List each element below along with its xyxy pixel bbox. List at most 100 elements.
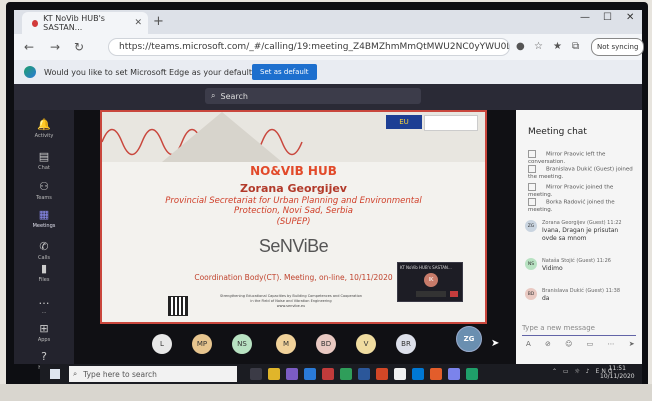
rail-item-label: Activity <box>34 133 54 139</box>
chat-avatar: BD <box>525 288 537 300</box>
teams-search-input[interactable]: ⌕ Search <box>205 88 421 104</box>
close-tab-icon[interactable]: ✕ <box>134 18 142 28</box>
self-view-window[interactable]: KT NoVib HUB's SASTAN... IK <box>397 262 463 302</box>
slide-role-line-2: Protection, Novi Sad, Serbia <box>234 206 353 216</box>
app-taskbar-icon[interactable] <box>322 368 334 380</box>
search-placeholder: Search <box>220 91 248 101</box>
mic-icon[interactable]: ● <box>516 41 525 52</box>
edge-taskbar-icon[interactable] <box>304 368 316 380</box>
rail-item-label: Chat <box>38 165 50 171</box>
rail-item-[interactable]: …... <box>14 294 74 315</box>
set-default-button[interactable]: Set as default <box>252 64 317 80</box>
erasmus-logo <box>424 115 478 131</box>
chat-message-header: Branislava Dukić (Guest) 11:38 <box>542 288 621 294</box>
slide-role-line-3: (SUPEP) <box>276 217 311 227</box>
rail-item-label: Files <box>38 277 50 283</box>
chat-system-message: Borka Radović joined the meeting. <box>528 198 638 214</box>
participant-avatar[interactable]: BR <box>396 334 416 354</box>
taskbar-search-input[interactable]: ⌕ Type here to search <box>69 366 237 382</box>
chat-avatar: ZG <box>525 220 537 232</box>
slide-role-line-1: Provincial Secretariat for Urban Plannin… <box>165 196 422 206</box>
apps-icon: ⊞ <box>39 322 49 335</box>
slide-footer: Strengthening Educational Capacities by … <box>206 294 376 309</box>
rail-item-meetings[interactable]: ▦ Meetings <box>14 208 74 229</box>
compose-placeholder: Type a new message <box>522 324 595 332</box>
word-taskbar-icon[interactable] <box>358 368 370 380</box>
compose-toolbar[interactable]: A ⊘ ☺ ▭ ⋯ ➤ <box>526 340 641 348</box>
self-view-name: KT NoVib HUB's SASTAN... <box>400 265 452 270</box>
rail-item-activity[interactable]: 🔔 Activity <box>14 118 74 139</box>
participant-avatar[interactable]: NS <box>232 334 252 354</box>
rail-item-chat[interactable]: ▤ Chat <box>14 150 74 171</box>
participant-join-icon <box>528 150 536 158</box>
new-tab-icon[interactable]: + <box>153 14 164 29</box>
excel-taskbar-icon[interactable] <box>340 368 352 380</box>
rail-item-files[interactable]: ▮ Files <box>14 262 74 283</box>
favorites-icon[interactable]: ★ <box>553 41 562 52</box>
call-controls[interactable] <box>416 291 446 297</box>
file-icon: ▮ <box>40 262 48 275</box>
taskbar-search-placeholder: Type here to search <box>83 369 157 379</box>
rail-item-label: Apps <box>37 337 51 343</box>
system-message-text: Mirror Praovic joined the meeting. <box>528 184 614 198</box>
mouse-cursor-icon: ➤ <box>491 338 500 349</box>
system-message-text: Mirror Praovic left the conversation. <box>528 151 606 165</box>
self-view-avatar: IK <box>424 273 438 287</box>
address-bar[interactable]: https://teams.microsoft.com/_#/calling/1… <box>108 38 510 56</box>
edge-logo-icon <box>24 66 36 78</box>
chat-system-message: Mirror Praovic joined the meeting. <box>528 183 638 199</box>
participant-avatar[interactable]: ZG <box>456 326 482 352</box>
file-explorer-icon[interactable] <box>268 368 280 380</box>
senvibe-logo: SeNViBe <box>258 236 329 256</box>
firefox-taskbar-icon[interactable] <box>430 368 442 380</box>
chat-icon: ▤ <box>38 150 50 163</box>
help-icon: ? <box>41 350 47 363</box>
clock-time: 11:51 <box>608 365 626 372</box>
participant-avatar[interactable]: V <box>356 334 376 354</box>
chat-title: Meeting chat <box>528 127 587 137</box>
set-default-label: Set as default <box>260 68 309 76</box>
participant-join-icon <box>528 165 536 173</box>
back-icon[interactable]: ← <box>24 40 34 54</box>
favorite-star-icon[interactable]: ☆ <box>534 41 543 52</box>
refresh-icon[interactable]: ↻ <box>74 40 84 54</box>
teams-icon: ⚇ <box>39 180 49 193</box>
hang-up-button[interactable] <box>450 291 458 297</box>
maximize-icon[interactable]: ☐ <box>603 12 612 23</box>
taskbar-clock[interactable]: 11:51 10/11/2020 <box>600 365 635 381</box>
edge-active-taskbar-icon[interactable] <box>466 368 478 380</box>
search-icon: ⌕ <box>211 91 216 100</box>
participant-avatar[interactable]: L <box>152 334 172 354</box>
forward-icon[interactable]: → <box>50 40 60 54</box>
participant-avatar[interactable]: M <box>276 334 296 354</box>
teams-active-taskbar-icon[interactable] <box>448 368 460 380</box>
outlook-taskbar-icon[interactable] <box>412 368 424 380</box>
more-icon: … <box>38 294 50 307</box>
collections-icon[interactable]: ⧉ <box>572 41 579 52</box>
participant-avatar[interactable]: BD <box>316 334 336 354</box>
slide-footer-line-3: www.senvibe.eu <box>276 304 306 308</box>
participant-avatar[interactable]: MP <box>192 334 212 354</box>
minimize-icon[interactable]: — <box>580 12 590 23</box>
rail-item-teams[interactable]: ⚇ Teams <box>14 180 74 201</box>
chat-avatar: NS <box>525 258 537 270</box>
slide-hub-title: NO&VIB HUB <box>250 164 337 178</box>
teams-taskbar-icon[interactable] <box>286 368 298 380</box>
calendar-icon: ▦ <box>38 208 50 221</box>
chat-message-text: da <box>542 295 550 302</box>
eu-label: EU <box>399 118 409 126</box>
rail-item-calls[interactable]: ✆ Calls <box>14 240 74 261</box>
chat-compose-input[interactable]: Type a new message <box>522 321 636 336</box>
participant-join-icon <box>528 183 536 191</box>
rail-item-apps[interactable]: ⊞ Apps <box>14 322 74 343</box>
monitor-bezel <box>0 384 652 401</box>
close-window-icon[interactable]: ✕ <box>626 12 634 23</box>
powerpoint-taskbar-icon[interactable] <box>376 368 388 380</box>
chrome-taskbar-icon[interactable] <box>394 368 406 380</box>
sync-button[interactable]: Not syncing <box>591 38 645 56</box>
sync-label: Not syncing <box>597 43 639 51</box>
task-view-icon[interactable] <box>250 368 262 380</box>
windows-start-icon[interactable] <box>50 369 60 379</box>
bell-icon: 🔔 <box>37 118 51 131</box>
browser-tab[interactable]: KT NoVib HUB's SASTAN... ✕ <box>22 12 148 34</box>
